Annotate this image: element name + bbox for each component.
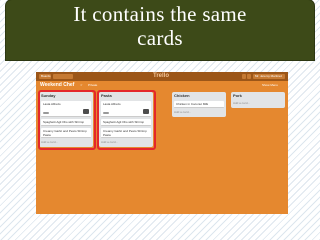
boards-button-label: Boards xyxy=(41,74,51,78)
list-chicken: Chicken Chicken in Coconut Milk Add a ca… xyxy=(172,92,226,117)
user-name: Mr. Jeremy Martinez xyxy=(255,74,283,78)
board-header: Weekend Chef ☆ Private Show Menu xyxy=(36,81,288,90)
app-logo: Trello xyxy=(152,73,169,79)
slide-title-line-2: cards xyxy=(137,26,183,50)
list-title: Pork xyxy=(233,93,242,98)
card-title: Chicken in Coconut Milk xyxy=(176,102,209,106)
star-icon[interactable]: ☆ xyxy=(80,83,84,88)
add-icon[interactable] xyxy=(242,74,246,79)
user-menu-button[interactable]: Mr. Jeremy Martinez xyxy=(253,74,285,79)
add-card-link[interactable]: Add a card... xyxy=(233,101,283,106)
list-card[interactable]: Chicken in Coconut Milk xyxy=(174,101,224,108)
search-input[interactable] xyxy=(53,74,73,79)
info-icon[interactable] xyxy=(247,74,251,79)
slide-title-line-1: It contains the same xyxy=(73,2,247,26)
board-visibility[interactable]: Private xyxy=(88,83,97,88)
app-topbar: Boards Trello Mr. Jeremy Martinez xyxy=(36,72,288,81)
boards-button[interactable]: Boards xyxy=(39,74,51,79)
add-card-link[interactable]: Add a card... xyxy=(174,110,224,115)
list-pork: Pork Add a card... xyxy=(231,92,285,108)
slide-title: It contains the same cards xyxy=(6,2,314,50)
highlight-box-right xyxy=(97,90,156,150)
show-menu-link[interactable]: Show Menu xyxy=(262,83,278,88)
list-title: Chicken xyxy=(174,93,190,98)
board-title[interactable]: Weekend Chef xyxy=(40,82,74,89)
highlight-box-left xyxy=(38,90,96,150)
